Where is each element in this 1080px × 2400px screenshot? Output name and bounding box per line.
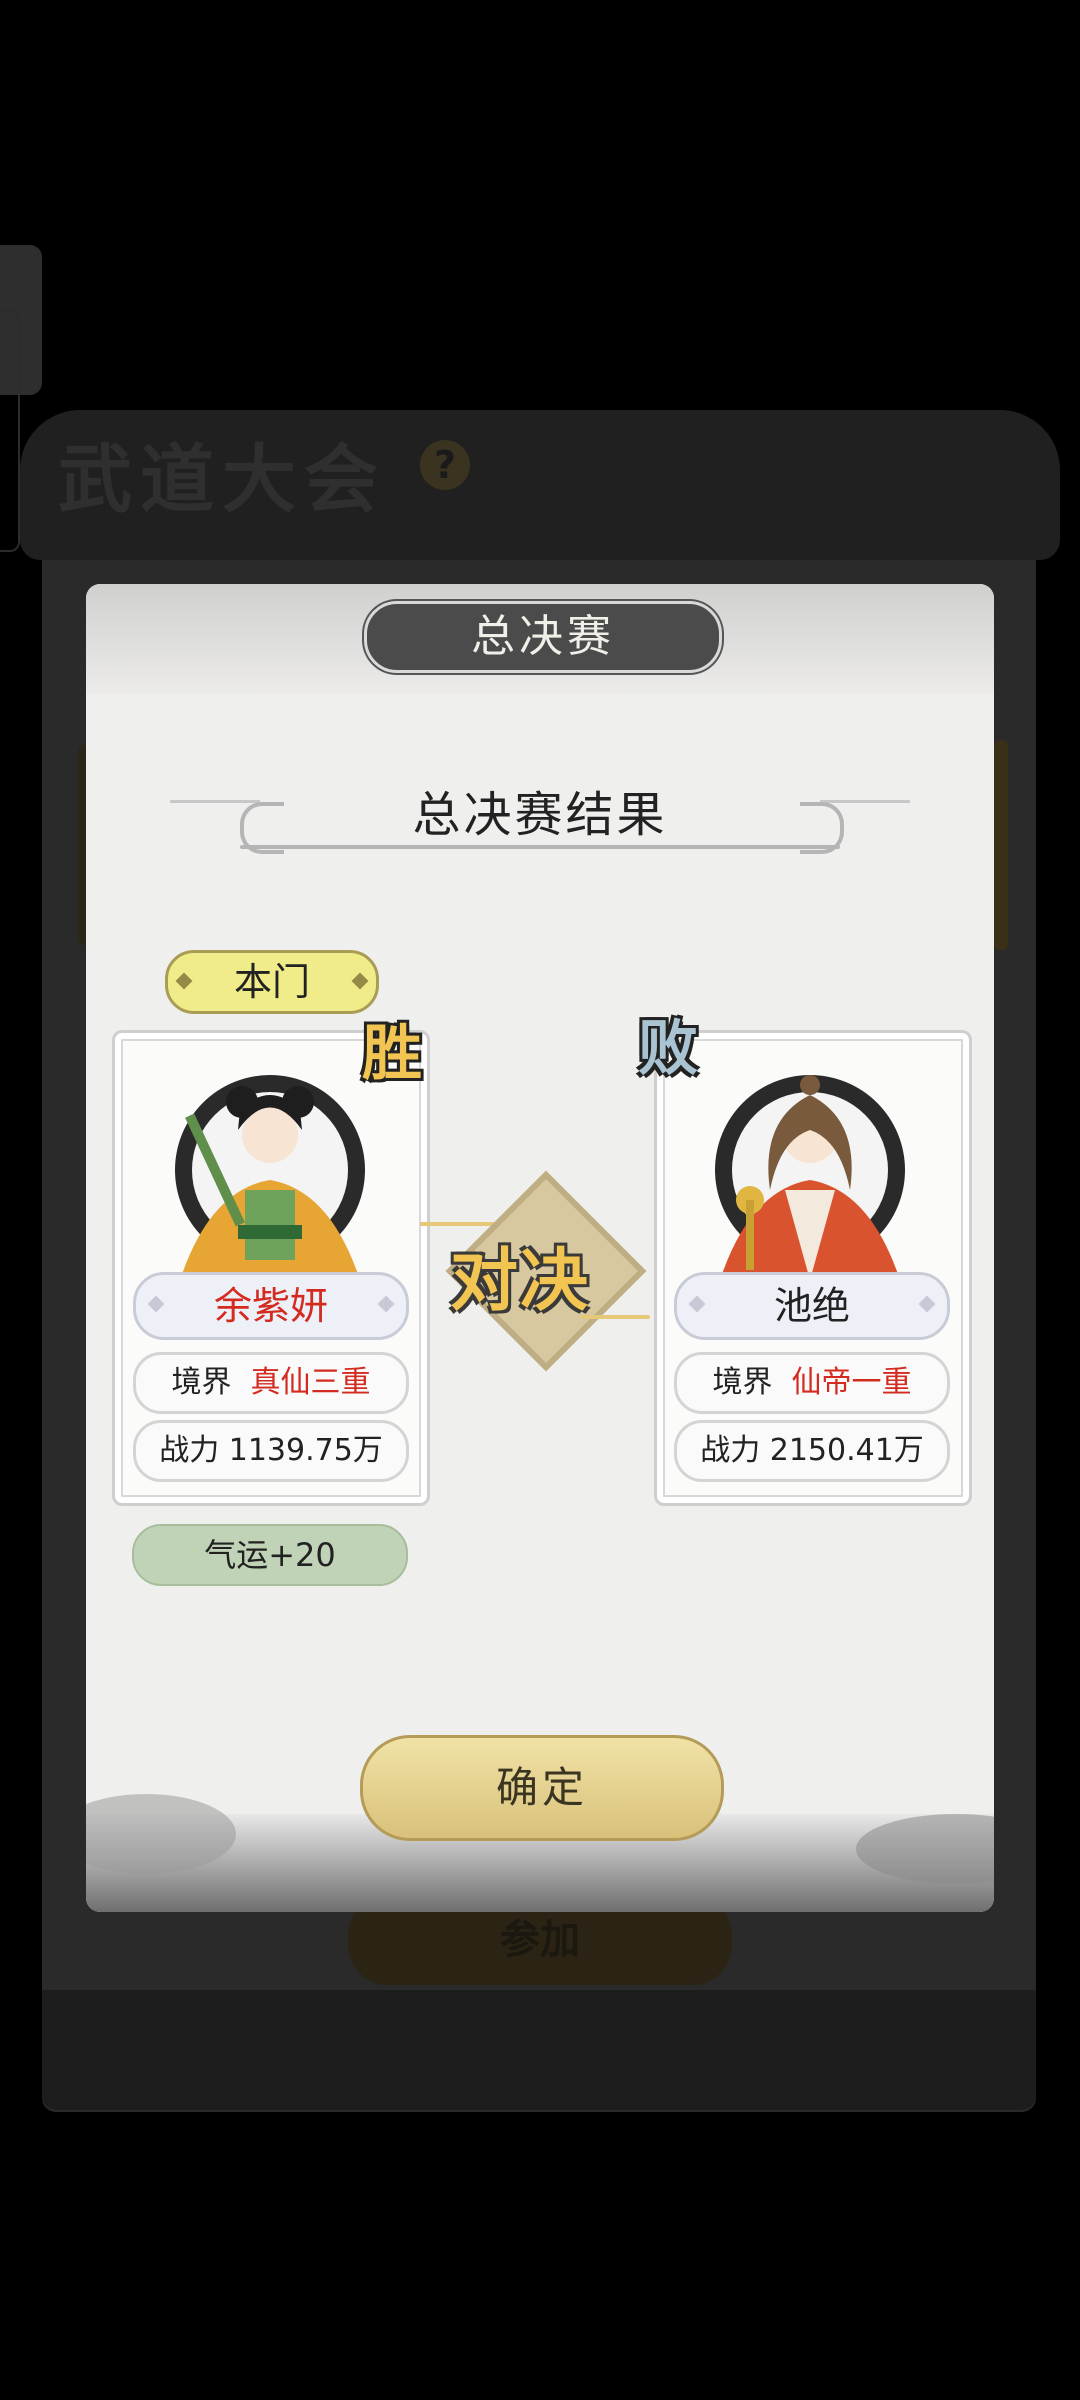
fighter-name-text: 池绝 (773, 1284, 850, 1328)
title-underline (240, 845, 840, 849)
power-stat-left: 战力 1139.75万 (133, 1420, 409, 1482)
background-frame-right (994, 740, 1008, 950)
versus-label: 对决 (450, 1241, 591, 1321)
realm-stat-right: 境界 仙帝一重 (674, 1352, 950, 1414)
side-panel-edge (0, 310, 20, 552)
realm-label: 境界 (712, 1365, 773, 1400)
result-heading: 总决赛结果 (412, 787, 668, 843)
help-icon[interactable]: ? (420, 440, 470, 490)
diamond-ornament-icon (918, 1295, 936, 1313)
realm-stat-left: 境界 真仙三重 (133, 1352, 409, 1414)
fighter-name-left: 余紫妍 (133, 1272, 409, 1340)
title-ornament-right (820, 800, 910, 803)
power-stat-right: 战力 2150.41万 (674, 1420, 950, 1482)
diamond-ornament-icon (175, 972, 193, 990)
fortune-reward-badge: 气运+20 (132, 1524, 408, 1586)
win-badge: 胜 (362, 1019, 422, 1089)
realm-label: 境界 (171, 1365, 232, 1400)
diamond-ornament-icon (377, 1295, 395, 1313)
confirm-button[interactable]: 确定 (360, 1735, 724, 1841)
realm-value: 仙帝一重 (791, 1365, 912, 1400)
own-sect-tag: 本门 (165, 950, 379, 1014)
vs-streak-right (580, 1315, 650, 1319)
fighter-name-text: 余紫妍 (213, 1284, 328, 1328)
dialog-title-tab: 总决赛 (364, 601, 722, 673)
realm-value: 真仙三重 (250, 1365, 371, 1400)
event-title: 武道大会 (58, 437, 386, 523)
diamond-ornament-icon (688, 1295, 706, 1313)
lose-badge: 败 (638, 1014, 698, 1084)
fighter-portrait-left (175, 1075, 365, 1280)
fighter-portrait-right (715, 1075, 905, 1280)
own-sect-label: 本门 (233, 960, 310, 1004)
diamond-ornament-icon (351, 972, 369, 990)
diamond-ornament-icon (147, 1295, 165, 1313)
fighter-name-right: 池绝 (674, 1272, 950, 1340)
background-footer-cloud (42, 1990, 1036, 2110)
title-ornament-left (170, 800, 260, 803)
